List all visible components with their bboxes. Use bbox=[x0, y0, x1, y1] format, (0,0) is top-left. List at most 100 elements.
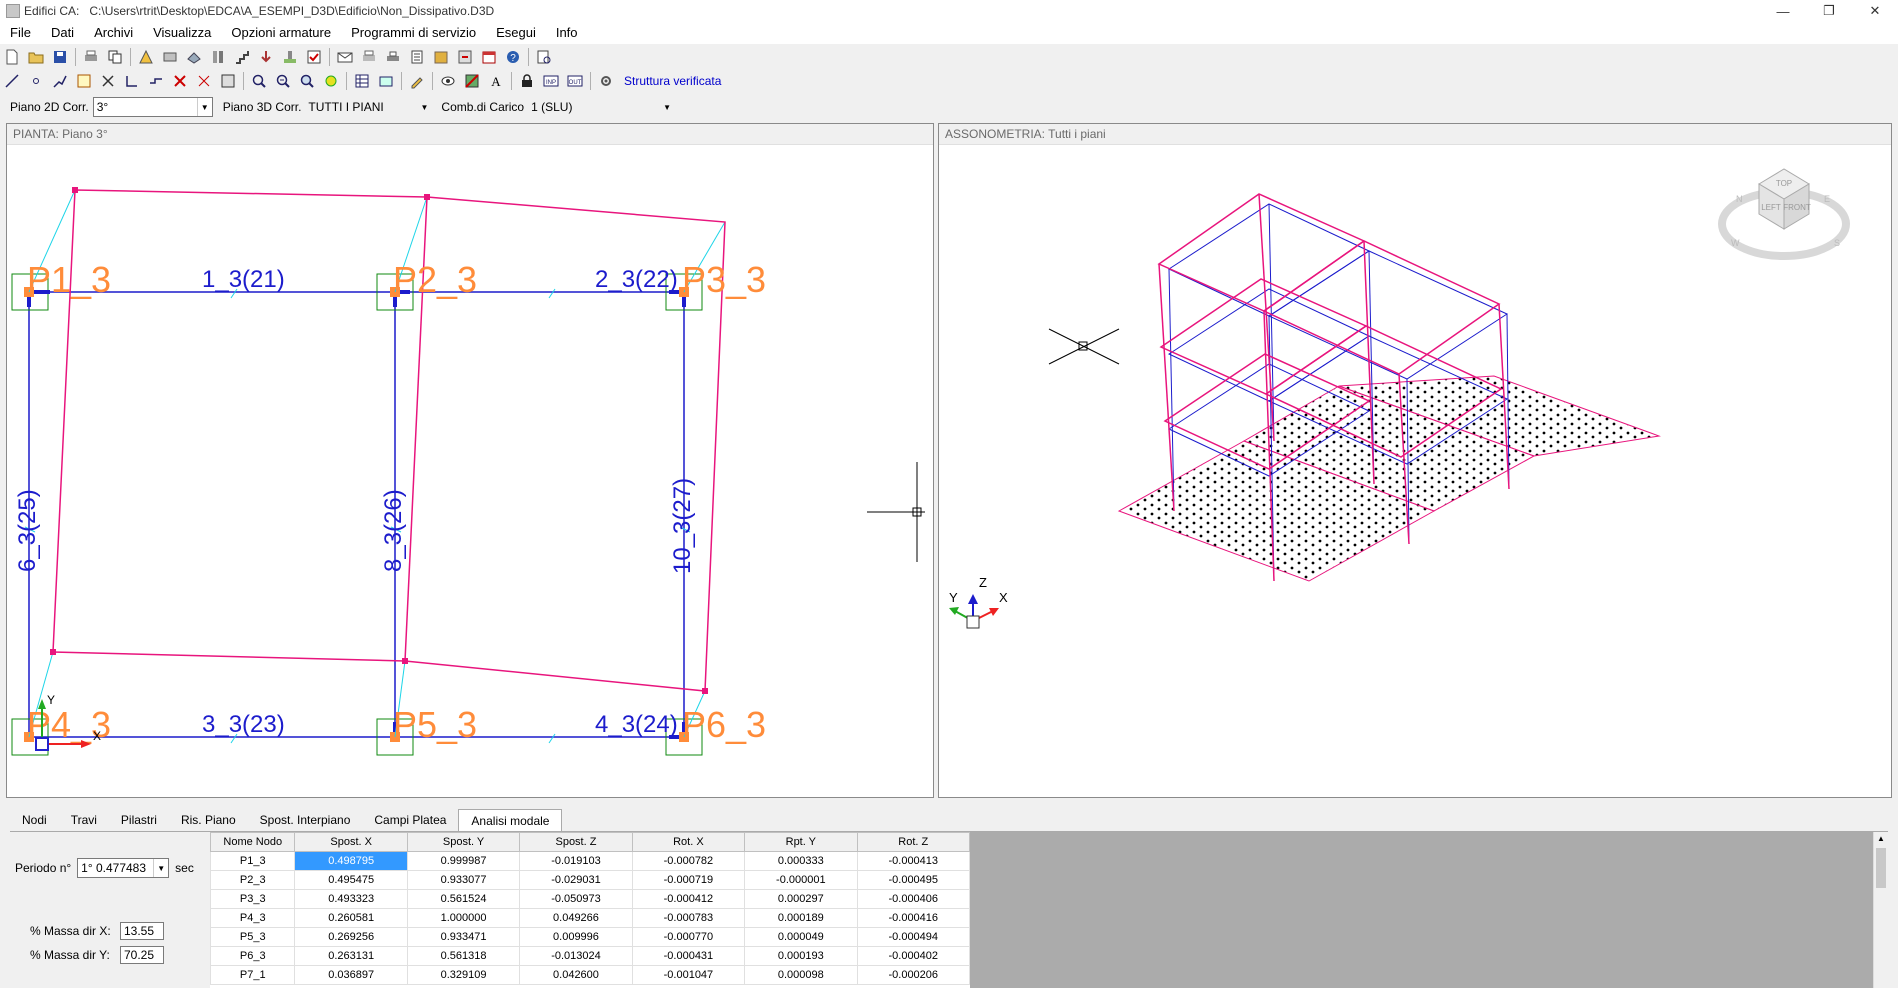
col-header[interactable]: Nome Nodo bbox=[210, 832, 296, 852]
table-cell[interactable]: 0.000189 bbox=[744, 908, 858, 928]
table-cell[interactable]: -0.000770 bbox=[631, 927, 746, 947]
table-cell[interactable]: 0.036897 bbox=[294, 965, 408, 985]
table-cell[interactable]: 0.329109 bbox=[406, 965, 521, 985]
table-cell[interactable]: -0.000431 bbox=[631, 946, 746, 966]
table-cell[interactable]: 0.269256 bbox=[294, 927, 408, 947]
new-file-icon[interactable] bbox=[2, 47, 22, 67]
table-cell[interactable]: -0.050973 bbox=[519, 889, 633, 909]
table-cell[interactable]: 0.042600 bbox=[519, 965, 633, 985]
eye-icon[interactable] bbox=[438, 71, 458, 91]
col-header[interactable]: Spost. X bbox=[294, 832, 408, 852]
table-cell[interactable]: -0.000406 bbox=[856, 889, 970, 909]
zoom-all-icon[interactable] bbox=[297, 71, 317, 91]
table-cell[interactable]: P2_3 bbox=[210, 870, 296, 890]
tab-nodi[interactable]: Nodi bbox=[10, 809, 59, 831]
delete-node-icon[interactable] bbox=[98, 71, 118, 91]
table-cell[interactable]: P1_3 bbox=[210, 851, 296, 871]
cut-icon[interactable] bbox=[170, 71, 190, 91]
offset-icon[interactable] bbox=[146, 71, 166, 91]
viewcube-icon[interactable]: TOP LEFT FRONT N W S E bbox=[1718, 168, 1850, 260]
edit-slabs-icon[interactable] bbox=[184, 47, 204, 67]
calendar-icon[interactable] bbox=[479, 47, 499, 67]
edit-loads-icon[interactable] bbox=[256, 47, 276, 67]
plan-view-panel[interactable]: PIANTA: Piano 3° P1_3 P2_3 P3_3 P4_3 P5_… bbox=[6, 123, 934, 798]
print-icon[interactable] bbox=[81, 47, 101, 67]
edit-pillars-icon[interactable] bbox=[136, 47, 156, 67]
line-tool-icon[interactable] bbox=[2, 71, 22, 91]
table-cell[interactable]: 0.999987 bbox=[406, 851, 521, 871]
menu-opzioni-armature[interactable]: Opzioni armature bbox=[221, 22, 341, 44]
table-cell[interactable]: 0.000333 bbox=[744, 851, 858, 871]
input-icon[interactable]: INP bbox=[541, 71, 561, 91]
iso-drawing[interactable]: TOP LEFT FRONT N W S E Z X Y bbox=[939, 124, 1891, 797]
align-icon[interactable] bbox=[122, 71, 142, 91]
menu-archivi[interactable]: Archivi bbox=[84, 22, 143, 44]
table-cell[interactable]: 0.000297 bbox=[744, 889, 858, 909]
tab-campi-platea[interactable]: Campi Platea bbox=[362, 809, 458, 831]
menu-info[interactable]: Info bbox=[546, 22, 588, 44]
table-cell[interactable]: 0.263131 bbox=[294, 946, 408, 966]
table-cell[interactable]: -0.000416 bbox=[856, 908, 970, 928]
tab-analisi-modale[interactable]: Analisi modale bbox=[458, 809, 563, 831]
table-cell[interactable]: 0.495475 bbox=[294, 870, 408, 890]
foundation-slab[interactable] bbox=[1117, 375, 1661, 582]
render-icon[interactable] bbox=[462, 71, 482, 91]
tab-spost-interpiano[interactable]: Spost. Interpiano bbox=[248, 809, 363, 831]
col-header[interactable]: Rot. Z bbox=[856, 832, 970, 852]
output-icon[interactable]: OUT bbox=[565, 71, 585, 91]
table-cell[interactable]: 0.933471 bbox=[406, 927, 521, 947]
table-cell[interactable]: -0.000001 bbox=[744, 870, 858, 890]
menu-dati[interactable]: Dati bbox=[41, 22, 84, 44]
copy-icon[interactable] bbox=[105, 47, 125, 67]
zoom-in-icon[interactable] bbox=[249, 71, 269, 91]
table-cell[interactable]: -0.000402 bbox=[856, 946, 970, 966]
table-cell[interactable]: 0.561524 bbox=[406, 889, 521, 909]
trim-icon[interactable] bbox=[194, 71, 214, 91]
massa-y-field[interactable]: 70.25 bbox=[120, 946, 164, 964]
table-row[interactable]: P4_3 0.260581 1.000000 0.049266 -0.00078… bbox=[210, 908, 970, 928]
pan-icon[interactable] bbox=[321, 71, 341, 91]
table-cell[interactable]: 0.009996 bbox=[519, 927, 633, 947]
table-cell[interactable]: 0.000098 bbox=[744, 965, 858, 985]
table-cell[interactable]: -0.000206 bbox=[856, 965, 970, 985]
table-cell[interactable]: P3_3 bbox=[210, 889, 296, 909]
edit-walls-icon[interactable] bbox=[208, 47, 228, 67]
table-cell[interactable]: 0.000193 bbox=[744, 946, 858, 966]
save-icon[interactable] bbox=[50, 47, 70, 67]
table-cell[interactable]: 0.561318 bbox=[406, 946, 521, 966]
edit-beams-icon[interactable] bbox=[160, 47, 180, 67]
report-icon[interactable] bbox=[407, 47, 427, 67]
mail-icon[interactable] bbox=[335, 47, 355, 67]
scroll-up-icon[interactable]: ▲ bbox=[1874, 832, 1888, 846]
menu-esegui[interactable]: Esegui bbox=[486, 22, 546, 44]
layers-icon[interactable] bbox=[376, 71, 396, 91]
table-cell[interactable]: -0.000782 bbox=[631, 851, 746, 871]
table-row[interactable]: P2_3 0.495475 0.933077 -0.029031 -0.0007… bbox=[210, 870, 970, 890]
table-row[interactable]: P7_1 0.036897 0.329109 0.042600 -0.00104… bbox=[210, 965, 970, 985]
edit-stairs-icon[interactable] bbox=[232, 47, 252, 67]
table-cell[interactable]: -0.013024 bbox=[519, 946, 633, 966]
comb-select[interactable]: 1 (SLU) ▼ bbox=[528, 97, 674, 117]
table-cell[interactable]: -0.000412 bbox=[631, 889, 746, 909]
table-row[interactable]: P3_3 0.493323 0.561524 -0.050973 -0.0004… bbox=[210, 889, 970, 909]
menu-visualizza[interactable]: Visualizza bbox=[143, 22, 221, 44]
menu-programmi-servizio[interactable]: Programmi di servizio bbox=[341, 22, 486, 44]
close-button[interactable]: ✕ bbox=[1852, 0, 1898, 22]
table-cell[interactable]: 0.493323 bbox=[294, 889, 408, 909]
menu-file[interactable]: File bbox=[0, 22, 41, 44]
table-cell[interactable]: 0.049266 bbox=[519, 908, 633, 928]
table-row[interactable]: P6_3 0.263131 0.561318 -0.013024 -0.0004… bbox=[210, 946, 970, 966]
table-cell[interactable]: -0.000413 bbox=[856, 851, 970, 871]
table-cell[interactable]: 0.000049 bbox=[744, 927, 858, 947]
scroll-thumb[interactable] bbox=[1876, 848, 1886, 888]
table-cell[interactable]: P4_3 bbox=[210, 908, 296, 928]
table-icon[interactable] bbox=[352, 71, 372, 91]
piano3d-select[interactable]: TUTTI I PIANI ▼ bbox=[305, 97, 431, 117]
polyline-tool-icon[interactable] bbox=[50, 71, 70, 91]
table-cell[interactable]: 0.933077 bbox=[406, 870, 521, 890]
lock-icon[interactable] bbox=[517, 71, 537, 91]
col-header[interactable]: Rpt. Y bbox=[744, 832, 858, 852]
open-folder-icon[interactable] bbox=[26, 47, 46, 67]
archive-icon[interactable] bbox=[431, 47, 451, 67]
table-cell[interactable]: -0.001047 bbox=[631, 965, 746, 985]
